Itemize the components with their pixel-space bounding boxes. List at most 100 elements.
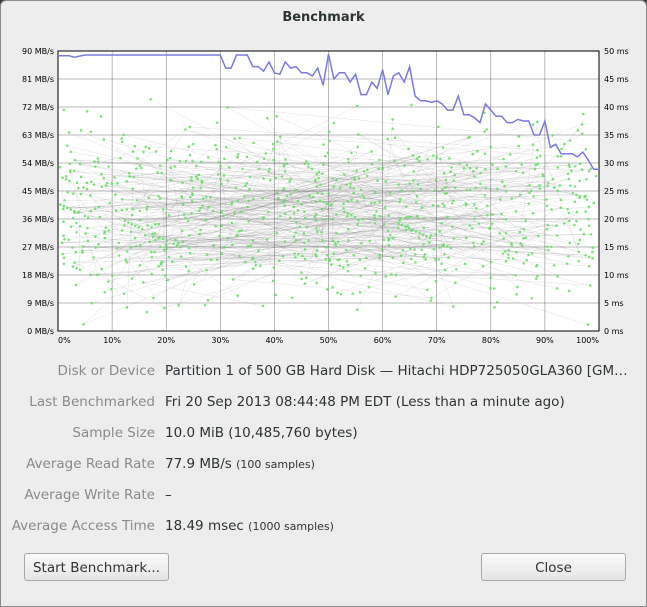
x-tick-label: 10% [103,336,121,345]
access-time-point [220,182,223,186]
access-time-point [69,170,72,174]
access-time-point [103,231,106,235]
detail-row-device: Disk or Device Partition 1 of 500 GB Har… [1,363,646,385]
access-time-point [350,198,353,202]
access-time-point [324,257,328,261]
access-time-point [577,242,580,246]
access-time-point [264,152,268,155]
access-time-point [334,212,338,216]
access-time-point [325,245,329,249]
access-time-point [247,199,251,203]
title-bar[interactable]: Benchmark [1,1,646,35]
access-time-point [573,164,577,168]
access-time-point [300,202,303,206]
access-time-point [254,260,257,264]
y-right-tick-label: 15 ms [604,243,629,252]
access-time-point [188,251,192,255]
access-time-point [358,291,362,294]
access-time-point [85,181,89,185]
access-time-point [148,240,152,244]
access-time-point [568,184,572,187]
access-time-point [96,157,100,160]
access-time-point [150,272,154,276]
access-time-point [533,167,537,171]
access-time-point [560,147,563,151]
start-benchmark-button[interactable]: Start Benchmark... [24,553,169,581]
access-time-point [437,125,440,129]
access-time-point [133,224,137,228]
access-time-point [327,192,331,196]
access-time-point [331,239,335,243]
access-time-point [514,210,518,213]
access-time-point [419,187,423,190]
detail-value-wrap: 18.49 msec (1000 samples) [165,518,630,534]
access-time-point [294,231,297,234]
access-time-point [546,181,550,185]
access-time-point [136,157,139,160]
access-time-point [233,211,236,215]
access-time-point [473,217,476,220]
access-time-point [241,167,244,171]
close-button[interactable]: Close [481,553,626,581]
access-time-point [315,185,319,188]
access-time-point [154,150,158,153]
access-time-point [575,193,578,197]
access-time-point [449,170,452,173]
access-time-point [317,176,320,180]
access-time-point [515,250,518,254]
y-left-tick-label: 45 MB/s [22,187,54,196]
access-time-point [303,241,306,245]
access-time-point [272,147,275,151]
access-time-point [435,155,439,159]
access-time-point [266,116,269,120]
access-time-point [434,258,437,261]
access-time-point [164,243,168,247]
access-time-point [352,191,356,195]
access-time-point [507,248,510,252]
access-time-point [236,199,240,203]
access-time-point [267,210,270,214]
access-time-point [360,241,363,245]
detail-row-access-time: Average Access Time 18.49 msec (1000 sam… [1,518,646,540]
access-time-point [499,198,502,201]
access-time-point [451,305,455,308]
access-time-point [68,162,71,166]
access-time-point [399,216,402,220]
access-time-point [167,213,171,217]
access-time-point [289,177,293,181]
access-time-point [489,286,492,290]
access-time-point [414,261,417,264]
access-time-point [248,175,252,179]
access-time-point [143,233,147,237]
access-time-point [443,252,446,256]
access-time-point [83,214,86,218]
access-time-point [500,180,504,184]
detail-value: Partition 1 of 500 GB Hard Disk — Hitach… [165,363,628,379]
access-time-point [188,153,192,157]
access-time-point [173,165,177,168]
access-time-point [199,228,202,232]
access-time-point [373,221,377,225]
access-time-point [578,196,581,200]
access-time-point [346,263,350,267]
access-time-point [447,256,450,259]
access-time-point [128,175,131,178]
access-time-point [567,289,571,293]
access-time-point [573,223,576,227]
access-time-point [468,166,472,170]
access-time-point [198,232,201,236]
access-time-point [108,201,112,205]
access-time-point [93,207,97,210]
access-time-point [418,155,421,159]
access-time-point [65,206,69,210]
access-time-point [468,135,471,139]
access-time-point [214,224,217,228]
access-time-point [104,184,108,187]
x-tick-label: 90% [536,336,554,345]
access-time-point [414,200,418,204]
access-time-point [336,291,339,294]
access-time-point [370,150,373,153]
access-time-point [86,216,90,219]
access-time-point [323,154,327,158]
detail-note: (100 samples) [236,458,315,471]
